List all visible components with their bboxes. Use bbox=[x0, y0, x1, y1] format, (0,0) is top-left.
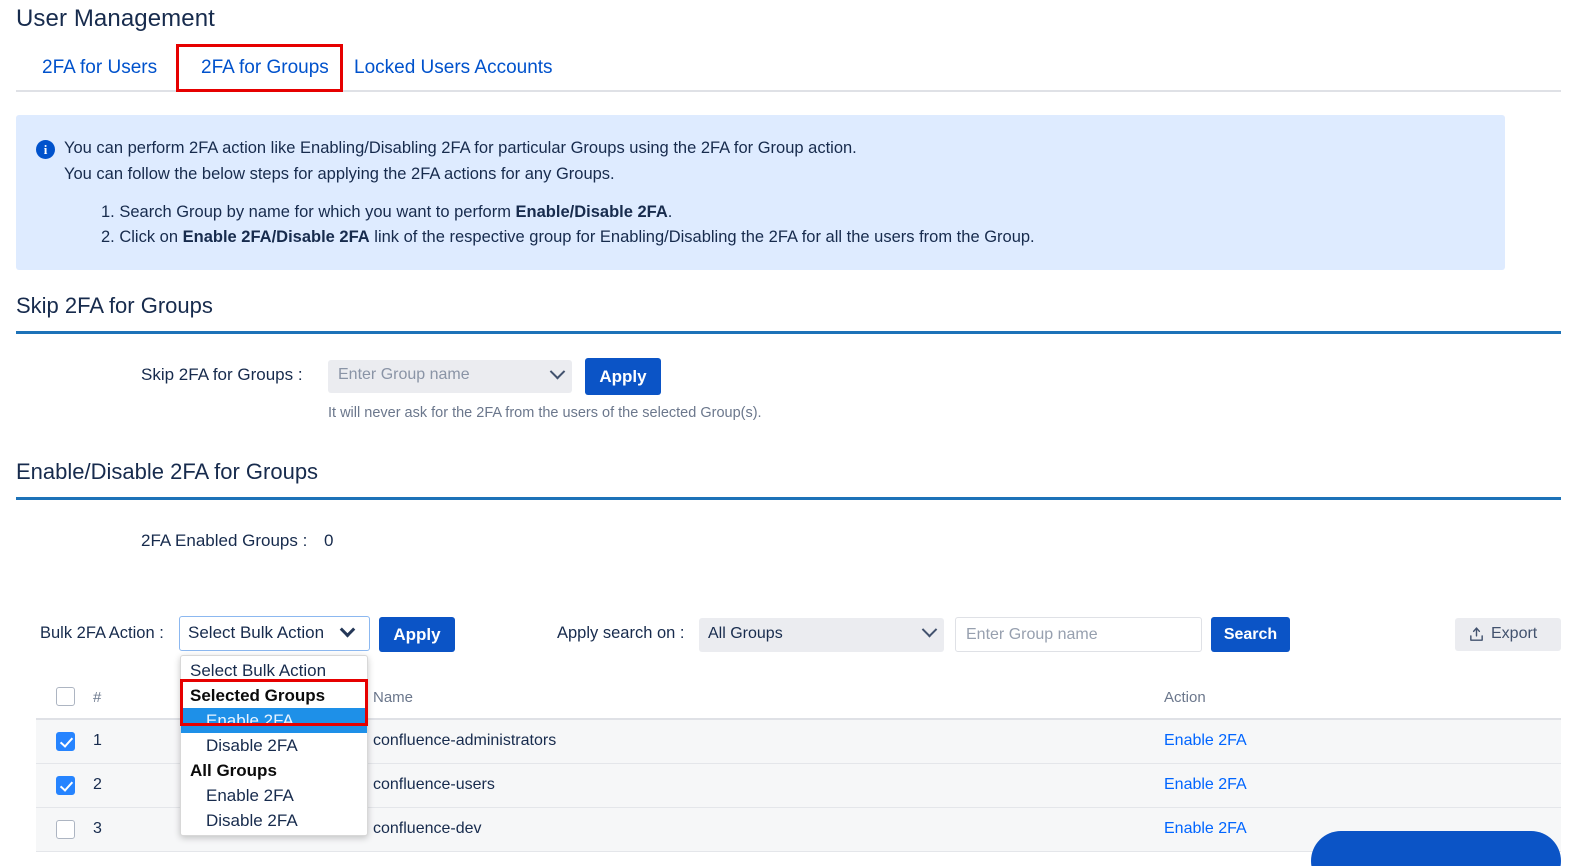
skip-2fa-field-label: Skip 2FA for Groups : bbox=[141, 365, 303, 384]
row-group-name: confluence-dev bbox=[373, 820, 482, 837]
bulk-action-select[interactable]: Select Bulk Action bbox=[179, 616, 370, 651]
row-index: 3 bbox=[93, 820, 102, 837]
column-header-name: Name bbox=[373, 689, 414, 706]
chevron-down-icon bbox=[339, 621, 356, 638]
search-button[interactable]: Search bbox=[1211, 617, 1290, 652]
dropdown-group-label-selected-groups: Selected Groups bbox=[190, 686, 326, 705]
skip-section-title: Skip 2FA for Groups bbox=[16, 293, 213, 318]
row-index: 2 bbox=[93, 776, 102, 793]
enabled-groups-count-value: 0 bbox=[324, 531, 334, 550]
row-action-link[interactable]: Enable 2FA bbox=[1164, 732, 1247, 750]
chevron-down-icon bbox=[921, 621, 938, 638]
tab-2fa-for-users[interactable]: 2FA for Users bbox=[42, 46, 157, 90]
tab-locked-users-accounts[interactable]: Locked Users Accounts bbox=[354, 46, 553, 90]
bulk-action-select-value: Select Bulk Action bbox=[188, 623, 325, 642]
tab-2fa-for-groups[interactable]: 2FA for Groups bbox=[201, 46, 329, 90]
row-action-link[interactable]: Enable 2FA bbox=[1164, 776, 1247, 794]
dropdown-option-all-groups-enable-2fa[interactable]: Enable 2FA bbox=[181, 783, 367, 808]
skip-section-divider bbox=[16, 331, 1561, 334]
banner-line-2: You can follow the below steps for apply… bbox=[64, 165, 615, 183]
dropdown-option-selected-groups-enable-2fa[interactable]: Enable 2FA bbox=[181, 708, 367, 733]
skip-2fa-group-select[interactable]: Enter Group name bbox=[328, 360, 572, 393]
banner-step-2-pre: 2. Click on bbox=[101, 228, 183, 246]
skip-2fa-apply-button[interactable]: Apply bbox=[585, 358, 661, 395]
enable-section-title: Enable/Disable 2FA for Groups bbox=[16, 459, 319, 484]
banner-line-1: You can perform 2FA action like Enabling… bbox=[64, 139, 857, 157]
column-header-action: Action bbox=[1164, 689, 1206, 706]
apply-search-on-label: Apply search on : bbox=[557, 624, 685, 642]
enable-section-divider bbox=[16, 497, 1561, 500]
dropdown-option-placeholder[interactable]: Select Bulk Action bbox=[181, 658, 367, 683]
page-title: User Management bbox=[16, 5, 215, 32]
apply-search-on-value: All Groups bbox=[708, 625, 783, 642]
skip-2fa-hint-text: It will never ask for the 2FA from the u… bbox=[328, 405, 762, 421]
row-group-name: confluence-users bbox=[373, 776, 495, 793]
row-index: 1 bbox=[93, 732, 102, 749]
bulk-action-dropdown-menu: Select Bulk Action Selected Groups Enabl… bbox=[180, 655, 368, 836]
dropdown-option-all-groups-disable-2fa[interactable]: Disable 2FA bbox=[181, 808, 367, 833]
export-button[interactable]: Export bbox=[1455, 618, 1561, 651]
info-icon: i bbox=[36, 140, 55, 159]
info-banner: i You can perform 2FA action like Enabli… bbox=[16, 115, 1505, 270]
skip-2fa-group-select-placeholder: Enter Group name bbox=[338, 366, 470, 383]
banner-step-1-pre: 1. Search Group by name for which you wa… bbox=[101, 203, 516, 221]
row-checkbox[interactable] bbox=[56, 776, 75, 795]
banner-step-1-bold: Enable/Disable 2FA bbox=[515, 203, 668, 221]
banner-step-1: 1. Search Group by name for which you wa… bbox=[101, 203, 672, 222]
bulk-action-apply-button[interactable]: Apply bbox=[379, 617, 455, 652]
enabled-groups-count-label: 2FA Enabled Groups : bbox=[141, 531, 308, 550]
chevron-down-icon bbox=[549, 363, 566, 380]
dropdown-group-label-all-groups: All Groups bbox=[190, 761, 277, 780]
floating-help-button[interactable] bbox=[1311, 831, 1561, 866]
apply-search-on-select[interactable]: All Groups bbox=[699, 618, 944, 652]
banner-step-2: 2. Click on Enable 2FA/Disable 2FA link … bbox=[101, 228, 1035, 247]
banner-step-2-post: link of the respective group for Enablin… bbox=[369, 228, 1035, 246]
user-management-page: User Management 2FA for Users 2FA for Gr… bbox=[0, 0, 1577, 866]
row-checkbox[interactable] bbox=[56, 820, 75, 839]
banner-step-2-bold: Enable 2FA/Disable 2FA bbox=[182, 228, 370, 246]
search-input[interactable] bbox=[955, 617, 1202, 652]
row-group-name: confluence-administrators bbox=[373, 732, 557, 749]
row-checkbox[interactable] bbox=[56, 732, 75, 751]
export-button-label: Export bbox=[1491, 625, 1538, 642]
export-upload-icon bbox=[1470, 627, 1483, 641]
select-all-checkbox[interactable] bbox=[56, 687, 75, 706]
column-header-hash: # bbox=[93, 689, 102, 706]
dropdown-option-selected-groups-disable-2fa[interactable]: Disable 2FA bbox=[181, 733, 367, 758]
row-action-link[interactable]: Enable 2FA bbox=[1164, 820, 1247, 838]
bulk-action-label: Bulk 2FA Action : bbox=[40, 624, 164, 642]
tab-bar: 2FA for Users 2FA for Groups Locked User… bbox=[16, 46, 1561, 92]
banner-step-1-post: . bbox=[667, 203, 673, 221]
